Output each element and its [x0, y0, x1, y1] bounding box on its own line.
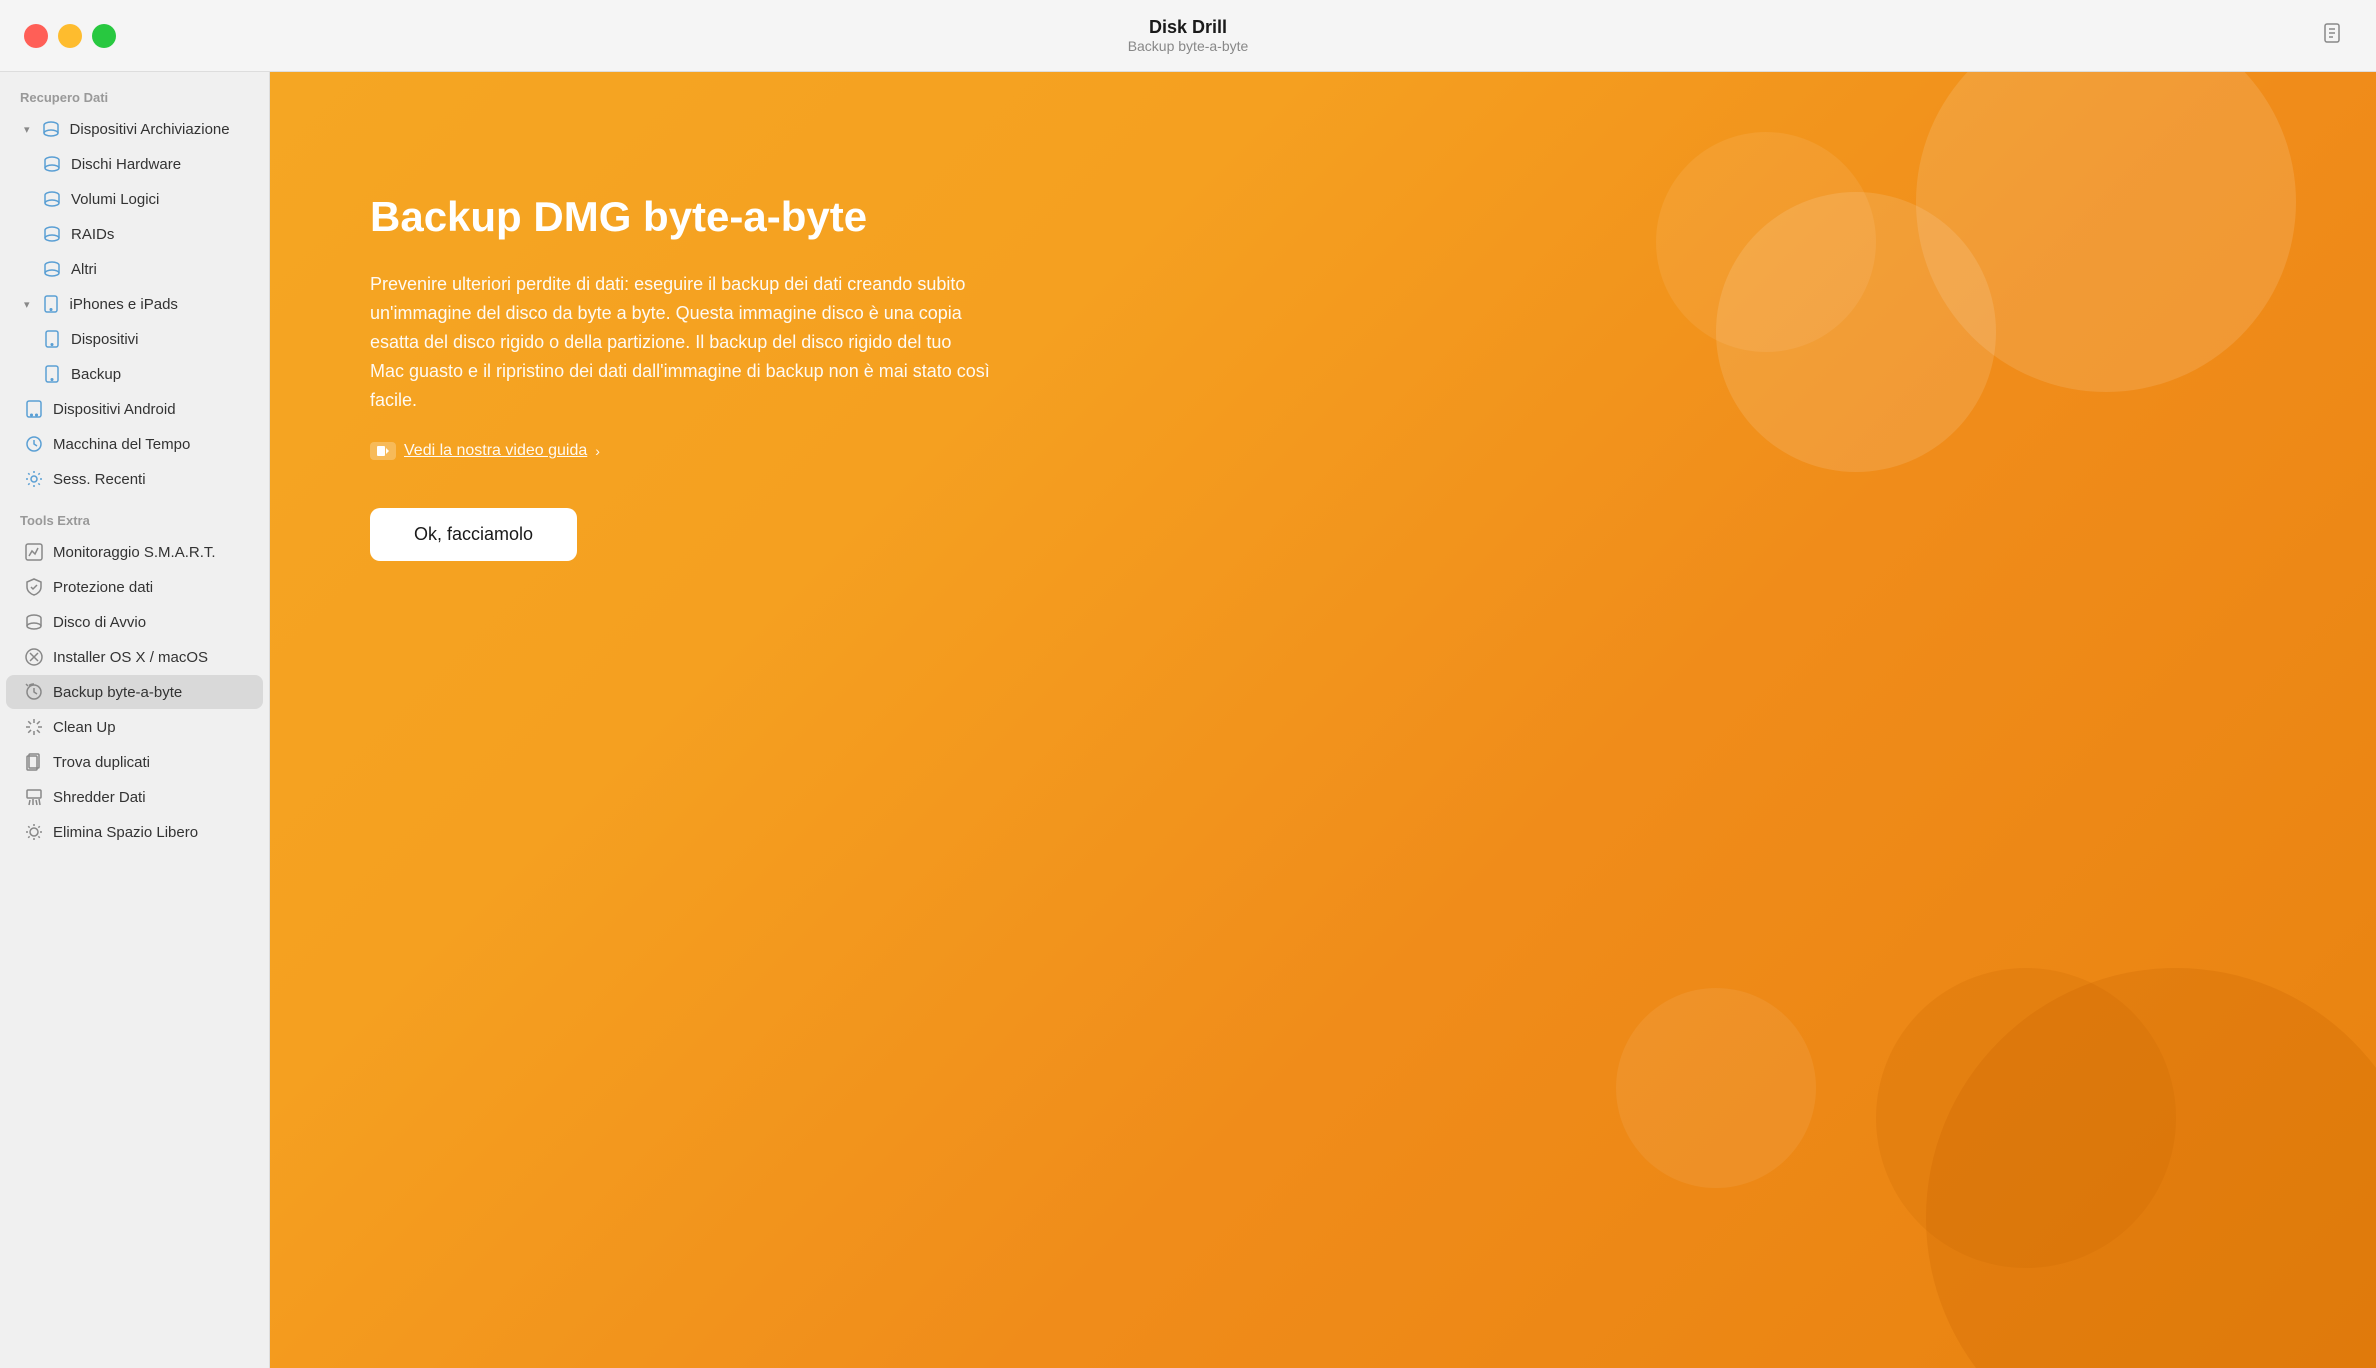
close-button[interactable] — [24, 24, 48, 48]
shredder-icon — [24, 787, 44, 807]
title-info: Disk Drill Backup byte-a-byte — [1128, 17, 1249, 54]
drive-icon — [42, 154, 62, 174]
chevron-right-icon: › — [595, 443, 600, 459]
phone-icon — [42, 364, 62, 384]
sidebar-item-dispositivi[interactable]: Dispositivi — [6, 322, 263, 356]
sun-icon — [24, 822, 44, 842]
fullscreen-button[interactable] — [92, 24, 116, 48]
sidebar-item-label: RAIDs — [71, 226, 247, 243]
sidebar-item-label: Disco di Avvio — [53, 614, 247, 631]
chart-icon — [24, 542, 44, 562]
sidebar-item-label: Backup — [71, 366, 247, 383]
sidebar-item-label: Elimina Spazio Libero — [53, 824, 247, 841]
cta-button[interactable]: Ok, facciamolo — [370, 508, 577, 561]
sidebar-item-backup-byte[interactable]: Backup byte-a-byte — [6, 675, 263, 709]
drive-icon — [42, 259, 62, 279]
sidebar-item-volumi-logici[interactable]: Volumi Logici — [6, 182, 263, 216]
sidebar-item-label: Sess. Recenti — [53, 471, 247, 488]
deco-circle-5 — [1876, 968, 2176, 1268]
sidebar-item-installer-osx[interactable]: Installer OS X / macOS — [6, 640, 263, 674]
sidebar-item-label: Altri — [71, 261, 247, 278]
content-card: Backup DMG byte-a-byte Prevenire ulterio… — [370, 192, 990, 561]
sidebar-item-altri[interactable]: Altri — [6, 252, 263, 286]
x-circle-icon — [24, 647, 44, 667]
sidebar-item-label: Dispositivi Archiviazione — [70, 121, 247, 138]
sidebar-item-label: Macchina del Tempo — [53, 436, 247, 453]
video-link-text: Vedi la nostra video guida — [404, 442, 587, 460]
content-area: Backup DMG byte-a-byte Prevenire ulterio… — [270, 72, 2376, 1368]
sidebar-item-label: Dispositivi Android — [53, 401, 247, 418]
sidebar-item-label: Trova duplicati — [53, 754, 247, 771]
drive-icon — [42, 224, 62, 244]
shield-icon — [24, 577, 44, 597]
sidebar-item-protezione-dati[interactable]: Protezione dati — [6, 570, 263, 604]
sidebar-item-label: iPhones e iPads — [70, 296, 247, 313]
deco-circle-4 — [1926, 968, 2376, 1368]
sidebar-item-raids[interactable]: RAIDs — [6, 217, 263, 251]
video-icon — [370, 442, 396, 460]
chevron-down-icon: ▾ — [24, 298, 30, 311]
app-subtitle: Backup byte-a-byte — [1128, 38, 1249, 54]
timemachine-icon — [24, 434, 44, 454]
main-layout: Recupero Dati ▾ Dispositivi Archiviazion… — [0, 72, 2376, 1368]
gear-icon — [24, 469, 44, 489]
sidebar-item-monitoraggio-smart[interactable]: Monitoraggio S.M.A.R.T. — [6, 535, 263, 569]
drive-icon — [42, 189, 62, 209]
sidebar-item-trova-duplicati[interactable]: Trova duplicati — [6, 745, 263, 779]
drive-icon — [41, 119, 61, 139]
chevron-down-icon: ▾ — [24, 123, 30, 136]
sidebar-item-sess-recenti[interactable]: Sess. Recenti — [6, 462, 263, 496]
deco-circle-3 — [1656, 132, 1876, 352]
sidebar-item-backup-iphone[interactable]: Backup — [6, 357, 263, 391]
tools-extra-label: Tools Extra — [0, 497, 269, 534]
recupero-dati-label: Recupero Dati — [0, 72, 269, 111]
book-icon[interactable] — [2322, 22, 2344, 50]
sidebar-item-clean-up[interactable]: Clean Up — [6, 710, 263, 744]
sidebar-item-label: Monitoraggio S.M.A.R.T. — [53, 544, 247, 561]
sidebar-item-dispositivi-android[interactable]: Dispositivi Android — [6, 392, 263, 426]
sidebar-item-dischi-hardware[interactable]: Dischi Hardware — [6, 147, 263, 181]
title-bar: Disk Drill Backup byte-a-byte — [0, 0, 2376, 72]
sidebar-item-label: Clean Up — [53, 719, 247, 736]
video-guide-link[interactable]: Vedi la nostra video guida › — [370, 442, 990, 460]
sidebar: Recupero Dati ▾ Dispositivi Archiviazion… — [0, 72, 270, 1368]
sidebar-item-label: Shredder Dati — [53, 789, 247, 806]
doc-icon — [24, 752, 44, 772]
deco-circle-6 — [1616, 988, 1816, 1188]
sidebar-item-label: Installer OS X / macOS — [53, 649, 247, 666]
sidebar-item-iphones-ipads[interactable]: ▾ iPhones e iPads — [6, 287, 263, 321]
sidebar-item-label: Volumi Logici — [71, 191, 247, 208]
card-title: Backup DMG byte-a-byte — [370, 192, 990, 242]
deco-circle-2 — [1716, 192, 1996, 472]
sidebar-item-label: Backup byte-a-byte — [53, 684, 247, 701]
sidebar-item-label: Dispositivi — [71, 331, 247, 348]
phone-icon — [42, 329, 62, 349]
sidebar-item-label: Dischi Hardware — [71, 156, 247, 173]
sidebar-item-macchina-del-tempo[interactable]: Macchina del Tempo — [6, 427, 263, 461]
app-name: Disk Drill — [1128, 17, 1249, 38]
minimize-button[interactable] — [58, 24, 82, 48]
sidebar-item-disco-di-avvio[interactable]: Disco di Avvio — [6, 605, 263, 639]
sidebar-item-dispositivi-archiviazione[interactable]: ▾ Dispositivi Archiviazione — [6, 112, 263, 146]
phone-icon — [41, 294, 61, 314]
deco-circle-1 — [1916, 72, 2296, 392]
clock-icon — [24, 682, 44, 702]
android-icon — [24, 399, 44, 419]
sidebar-item-label: Protezione dati — [53, 579, 247, 596]
sidebar-item-elimina-spazio-libero[interactable]: Elimina Spazio Libero — [6, 815, 263, 849]
traffic-lights — [24, 24, 116, 48]
sidebar-item-shredder-dati[interactable]: Shredder Dati — [6, 780, 263, 814]
disk-icon — [24, 612, 44, 632]
card-description: Prevenire ulteriori perdite di dati: ese… — [370, 270, 990, 414]
sparkle-icon — [24, 717, 44, 737]
